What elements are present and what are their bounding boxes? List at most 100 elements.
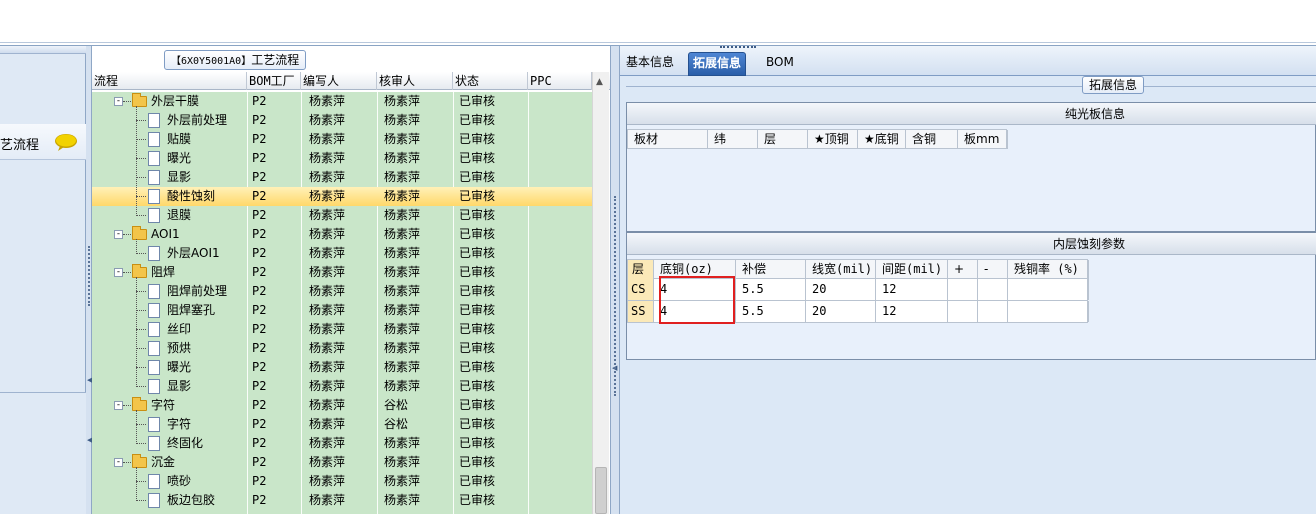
col-header-bom[interactable]: BOM工厂 — [247, 72, 301, 90]
col-line-width[interactable]: 线宽(mil) — [806, 260, 876, 279]
tree-connector — [136, 239, 137, 254]
col-residual-copper[interactable]: 残铜率 (%) — [1008, 260, 1089, 279]
col-header-process[interactable]: 流程 — [92, 72, 247, 90]
line-width-cell[interactable]: 20 — [806, 279, 876, 300]
reviewer: 杨素萍 — [384, 227, 421, 241]
splitter-grip[interactable] — [88, 246, 90, 306]
tree-row[interactable]: 字符 P2 杨素萍 谷松 已审核 — [92, 415, 592, 434]
document-icon — [148, 417, 160, 432]
collapse-toggle-icon[interactable]: - — [114, 458, 123, 467]
col-header-writer[interactable]: 编写人 — [301, 72, 377, 90]
tree-row[interactable]: 终固化 P2 杨素萍 杨素萍 已审核 — [92, 434, 592, 453]
splitter-grip[interactable] — [614, 196, 616, 396]
document-icon — [148, 303, 160, 318]
tree-connector — [136, 386, 146, 387]
col-spacing[interactable]: 间距(mil) — [876, 260, 948, 279]
tree-folder-row[interactable]: - 外层干膜 P2 杨素萍 杨素萍 已审核 — [92, 92, 592, 111]
step-name: 喷砂 — [167, 474, 192, 488]
col-top-copper[interactable]: ★顶铜 — [808, 130, 858, 149]
step-name: 预烘 — [167, 341, 192, 355]
middle-splitter[interactable]: ◀ — [610, 46, 620, 514]
status: 已审核 — [459, 208, 496, 222]
document-icon — [148, 113, 160, 128]
status: 已审核 — [459, 303, 496, 317]
tree-row[interactable]: 曝光 P2 杨素萍 杨素萍 已审核 — [92, 149, 592, 168]
col-copper-content[interactable]: 含铜 — [906, 130, 958, 149]
col-plus[interactable]: + — [948, 260, 978, 279]
tab-grip[interactable] — [720, 46, 756, 49]
col-header-ppc[interactable]: PPC — [528, 72, 592, 90]
tree-connector — [136, 291, 146, 292]
col-header-reviewer[interactable]: 核审人 — [377, 72, 453, 90]
col-minus[interactable]: - — [978, 260, 1008, 279]
tree-row[interactable]: 预烘 P2 杨素萍 杨素萍 已审核 — [92, 339, 592, 358]
folder-icon — [132, 397, 147, 411]
bom-plant: P2 — [252, 341, 267, 355]
tree-scrollbar[interactable]: ▲ — [592, 72, 609, 514]
minus-cell[interactable] — [978, 279, 1008, 300]
left-nav-header — [0, 46, 86, 54]
tree-folder-row[interactable]: - 字符 P2 杨素萍 谷松 已审核 — [92, 396, 592, 415]
col-layer[interactable]: 层 — [758, 130, 808, 149]
spacing-cell[interactable]: 12 — [876, 301, 948, 322]
document-icon — [148, 322, 160, 337]
scroll-up-icon[interactable]: ▲ — [596, 77, 603, 87]
spacing-cell[interactable]: 12 — [876, 279, 948, 300]
col-header-status[interactable]: 状态 — [453, 72, 528, 90]
tree-folder-row[interactable]: - 阻焊 P2 杨素萍 杨素萍 已审核 — [92, 263, 592, 282]
tree-row[interactable]: 板边包胶 P2 杨素萍 杨素萍 已审核 — [92, 491, 592, 510]
reviewer: 杨素萍 — [384, 474, 421, 488]
col-layer[interactable]: 层 — [628, 260, 654, 279]
reviewer: 杨素萍 — [384, 132, 421, 146]
tree-folder-row[interactable]: - AOI1 P2 杨素萍 杨素萍 已审核 — [92, 225, 592, 244]
tree-row[interactable]: 显影 P2 杨素萍 杨素萍 已审核 — [92, 168, 592, 187]
col-weft[interactable]: 纬 — [708, 130, 758, 149]
minus-cell[interactable] — [978, 301, 1008, 322]
tab-extended-info[interactable]: 拓展信息 — [688, 52, 747, 76]
tree-row[interactable]: 阻焊塞孔 P2 杨素萍 杨素萍 已审核 — [92, 301, 592, 320]
writer: 杨素萍 — [309, 265, 346, 279]
step-name: 沉金 — [151, 455, 176, 469]
plus-cell[interactable] — [948, 279, 978, 300]
document-icon — [148, 474, 160, 489]
speech-bubble-icon[interactable] — [54, 133, 78, 151]
collapse-toggle-icon[interactable]: - — [114, 230, 123, 239]
tree-row[interactable]: 显影 P2 杨素萍 杨素萍 已审核 — [92, 377, 592, 396]
tree-folder-row[interactable]: - 沉金 P2 杨素萍 杨素萍 已审核 — [92, 453, 592, 472]
tab-basic-info[interactable]: 基本信息 — [622, 52, 678, 76]
tab-bom[interactable]: BOM — [762, 52, 798, 76]
collapse-toggle-icon[interactable]: - — [114, 97, 123, 106]
step-name: 阻焊塞孔 — [167, 303, 216, 317]
plus-cell[interactable] — [948, 301, 978, 322]
scroll-thumb[interactable] — [595, 467, 607, 514]
collapse-toggle-icon[interactable]: - — [114, 268, 123, 277]
tree-row[interactable]: 丝印 P2 杨素萍 杨素萍 已审核 — [92, 320, 592, 339]
tree-row[interactable]: 贴膜 P2 杨素萍 杨素萍 已审核 — [92, 130, 592, 149]
tree-row[interactable]: 喷砂 P2 杨素萍 杨素萍 已审核 — [92, 472, 592, 491]
tree-connector — [136, 443, 146, 444]
writer: 杨素萍 — [309, 417, 346, 431]
compensation-cell[interactable]: 5.5 — [736, 279, 806, 300]
tree-row[interactable]: 外层AOI1 P2 杨素萍 杨素萍 已审核 — [92, 244, 592, 263]
compensation-cell[interactable]: 5.5 — [736, 301, 806, 322]
residual-copper-cell[interactable] — [1008, 279, 1089, 300]
writer: 杨素萍 — [309, 227, 346, 241]
detail-panel: 基本信息 拓展信息 BOM 拓展信息 纯光板信息 板材 纬 层 ★顶铜 ★底铜 … — [620, 46, 1316, 514]
writer: 杨素萍 — [309, 189, 346, 203]
tree-row[interactable]: 酸性蚀刻 P2 杨素萍 杨素萍 已审核 — [92, 187, 592, 206]
line-width-cell[interactable]: 20 — [806, 301, 876, 322]
col-compensation[interactable]: 补偿 — [736, 260, 806, 279]
col-board-material[interactable]: 板材 — [628, 130, 708, 149]
bom-plant: P2 — [252, 493, 267, 507]
tree-row[interactable]: 曝光 P2 杨素萍 杨素萍 已审核 — [92, 358, 592, 377]
reviewer: 杨素萍 — [384, 436, 421, 450]
col-bottom-copper[interactable]: ★底铜 — [858, 130, 906, 149]
residual-copper-cell[interactable] — [1008, 301, 1089, 322]
tree-row[interactable]: 退膜 P2 杨素萍 杨素萍 已审核 — [92, 206, 592, 225]
tree-row[interactable]: 外层前处理 P2 杨素萍 杨素萍 已审核 — [92, 111, 592, 130]
document-icon — [148, 284, 160, 299]
col-board-thickness[interactable]: 板mm — [958, 130, 1008, 149]
tree-row[interactable]: 阻焊前处理 P2 杨素萍 杨素萍 已审核 — [92, 282, 592, 301]
step-name: 显影 — [167, 379, 192, 393]
collapse-toggle-icon[interactable]: - — [114, 401, 123, 410]
